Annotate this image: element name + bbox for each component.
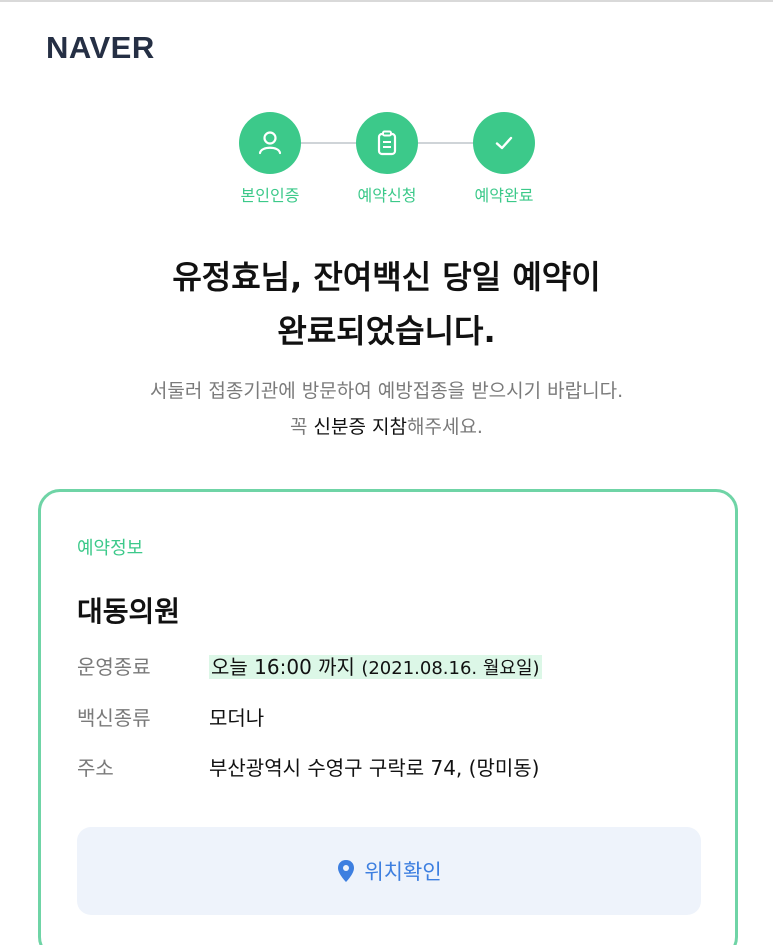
hours-time: 오늘 16:00 까지 [211, 655, 355, 679]
person-icon [258, 131, 282, 155]
step-connector [300, 142, 360, 144]
location-button-label: 위치확인 [364, 860, 442, 884]
instruction-line: 서둘러 접종기관에 방문하여 예방접종을 받으시기 바랍니다. [149, 380, 624, 402]
completion-headline: 유정효님, 잔여백신 당일 예약이 완료되었습니다. [0, 250, 773, 358]
id-card-notice: 신분증 지참 [313, 416, 407, 438]
step-label: 예약완료 [474, 186, 534, 205]
step-identity [239, 112, 301, 174]
clinic-name: 대동의원 [77, 595, 181, 628]
address-value: 부산광역시 수영구 구락로 74, (망미동) [209, 756, 540, 780]
step-label: 예약신청 [357, 186, 417, 205]
instruction-text: 서둘러 접종기관에 방문하여 예방접종을 받으시기 바랍니다. 꼭 신분증 지참… [0, 373, 773, 445]
check-icon [495, 136, 513, 150]
step-label: 본인인증 [240, 186, 300, 205]
progress-steps: 본인인증 예약신청 예약완료 [0, 112, 773, 222]
top-divider [0, 0, 773, 2]
vaccine-label: 백신종류 [77, 706, 151, 730]
instruction-suffix: 해주세요. [407, 416, 483, 438]
hours-value: 오늘 16:00 까지 (2021.08.16. 월요일) [209, 652, 542, 684]
vaccine-value: 모더나 [209, 706, 265, 730]
naver-logo[interactable]: NAVER [46, 30, 155, 66]
section-title: 예약정보 [77, 538, 144, 559]
headline-line: 유정효님, 잔여백신 당일 예약이 [172, 258, 601, 296]
step-application [356, 112, 418, 174]
hours-date: (2021.08.16. 월요일) [361, 658, 540, 679]
step-connector [417, 142, 477, 144]
instruction-line: 꼭 신분증 지참해주세요. [0, 409, 773, 445]
instruction-prefix: 꼭 [290, 416, 314, 438]
step-complete [473, 112, 535, 174]
hours-label: 운영종료 [77, 655, 151, 679]
address-label: 주소 [77, 756, 114, 780]
location-button[interactable]: 위치확인 [77, 827, 701, 915]
map-pin-icon [338, 860, 355, 882]
reservation-card: 예약정보 대동의원 운영종료 오늘 16:00 까지 (2021.08.16. … [38, 489, 738, 945]
headline-line: 완료되었습니다. [277, 312, 496, 350]
clipboard-icon [377, 130, 397, 156]
